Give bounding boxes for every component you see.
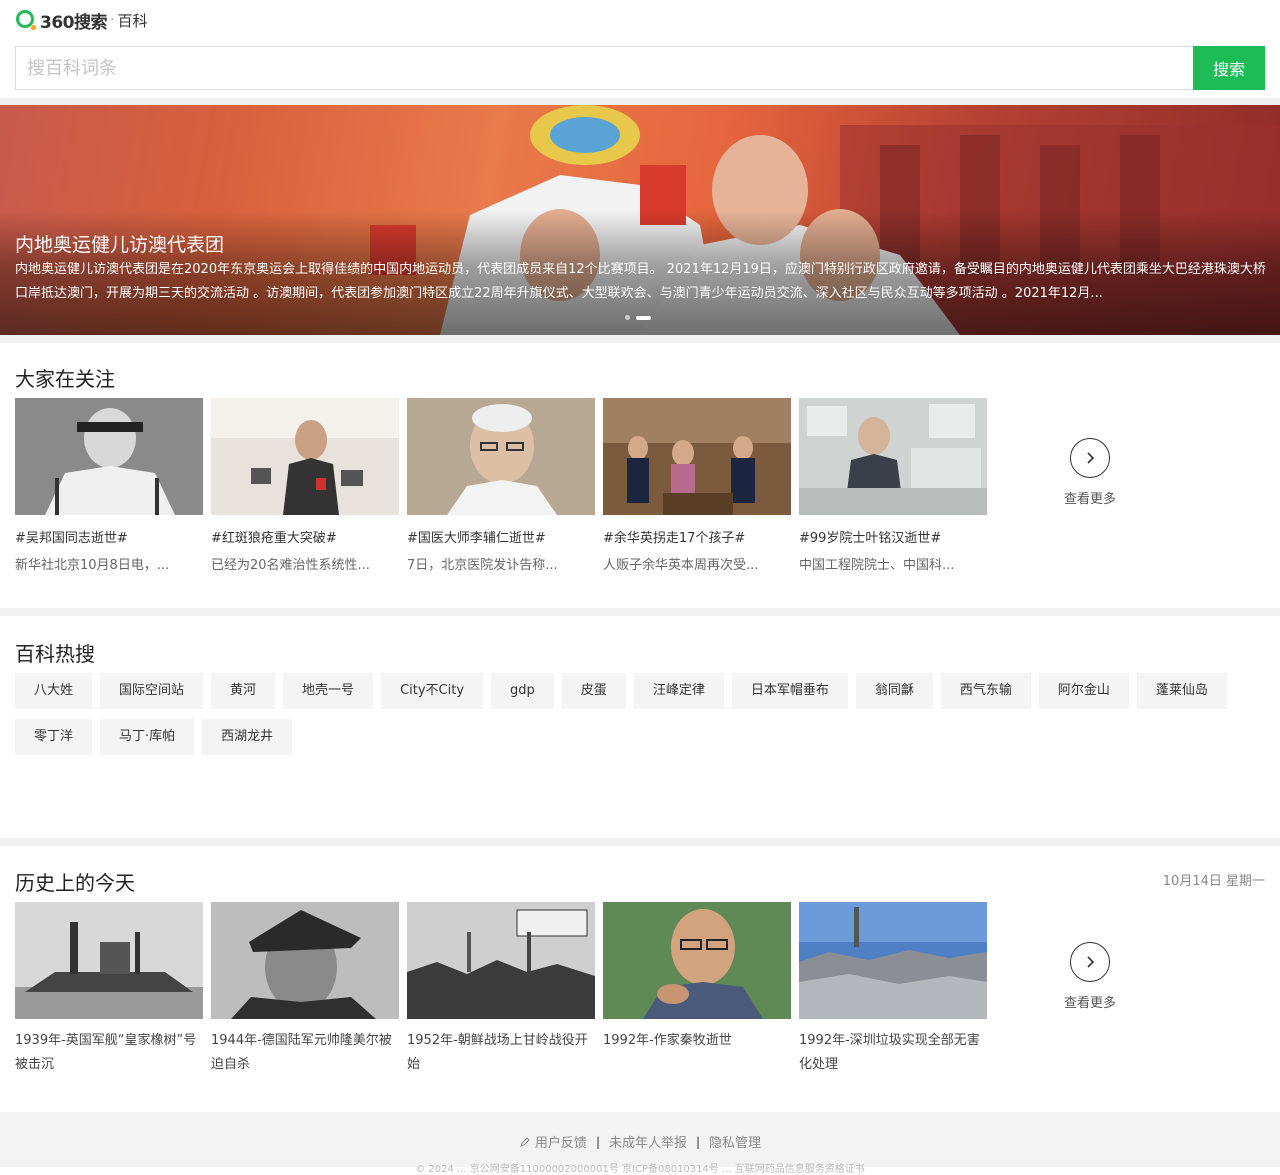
focus-card[interactable]: #国医大师李辅仁逝世# 7日，北京医院发讣告称... <box>407 398 595 573</box>
focus-card-image <box>211 398 399 515</box>
search-input[interactable] <box>15 46 1193 90</box>
footer-separator: | <box>696 1134 701 1149</box>
banner-title[interactable]: 内地奥运健儿访澳代表团 <box>15 230 224 257</box>
history-card-text[interactable]: 1944年-德国陆军元帅隆美尔被迫自杀 <box>211 1029 399 1077</box>
hot-tag[interactable]: 西湖龙井 <box>202 719 293 755</box>
footer-link-minor-report[interactable]: 未成年人举报 <box>609 1132 687 1151</box>
focus-card[interactable]: #吴邦国同志逝世# 新华社北京10月8日电，... <box>15 398 203 573</box>
focus-card-title[interactable]: #国医大师李辅仁逝世# <box>407 527 595 546</box>
chevron-right-icon <box>1070 438 1110 478</box>
hot-tag[interactable]: 马丁·库帕 <box>100 719 195 755</box>
hot-tag[interactable]: 蓬莱仙岛 <box>1136 673 1227 709</box>
hot-tag[interactable]: 汪峰定律 <box>633 673 724 709</box>
hot-tag[interactable]: 地壳一号 <box>283 673 374 709</box>
focus-card-title[interactable]: #红斑狼疮重大突破# <box>211 527 399 546</box>
history-card[interactable]: 1944年-德国陆军元帅隆美尔被迫自杀 <box>211 902 399 1077</box>
logo[interactable]: 360搜索 · 百科 <box>15 9 148 33</box>
focus-card[interactable]: #99岁院士叶铭汉逝世# 中国工程院院士、中国科... <box>799 398 987 573</box>
focus-card-desc: 7日，北京医院发讣告称... <box>407 558 558 573</box>
logo-text: 360搜索 <box>40 12 108 33</box>
focus-card-desc: 新华社北京10月8日电，... <box>15 558 170 573</box>
footer-copyright: © 2024 ... 京公网安备11000002000001号 京ICP备080… <box>415 1164 865 1175</box>
focus-card-image <box>407 398 595 515</box>
hot-tag[interactable]: 日本军帽垂布 <box>731 673 848 709</box>
history-card[interactable]: 1952年-朝鲜战场上甘岭战役开始 <box>407 902 595 1077</box>
chevron-right-icon <box>1070 942 1110 982</box>
focus-card-title[interactable]: #99岁院士叶铭汉逝世# <box>799 527 987 546</box>
hot-tag[interactable]: 皮蛋 <box>561 673 626 709</box>
hot-tag[interactable]: 八大姓 <box>15 673 93 709</box>
focus-card-image <box>799 398 987 515</box>
history-date: 10月14日 星期一 <box>1162 874 1265 889</box>
search-button[interactable]: 搜索 <box>1193 46 1265 90</box>
focus-section-title: 大家在关注 <box>15 367 115 391</box>
focus-card-image <box>603 398 791 515</box>
focus-card-desc: 中国工程院院士、中国科... <box>799 558 955 573</box>
logo-subtitle: 百科 <box>117 11 148 30</box>
focus-card-title[interactable]: #吴邦国同志逝世# <box>15 527 203 546</box>
focus-card-list: #吴邦国同志逝世# 新华社北京10月8日电，... #红斑狼疮重大突破# 已经为… <box>15 398 987 573</box>
section-divider <box>0 838 1280 846</box>
footer: 用户反馈 | 未成年人举报 | 隐私管理 © 2024 ... 京公网安备110… <box>0 1112 1280 1175</box>
more-label: 查看更多 <box>1063 996 1116 1011</box>
more-label: 查看更多 <box>1063 492 1116 507</box>
history-card-image <box>603 902 791 1019</box>
footer-separator: | <box>595 1134 600 1149</box>
hot-tag[interactable]: 翁同龢 <box>855 673 933 709</box>
focus-card-title[interactable]: #余华英拐走17个孩子# <box>603 527 791 546</box>
history-card-text[interactable]: 1939年-英国军舰“皇家橡树”号被击沉 <box>15 1029 203 1077</box>
history-card-image <box>15 902 203 1019</box>
history-more-button[interactable]: 查看更多 <box>1060 942 1120 1011</box>
section-divider <box>0 335 1280 343</box>
history-card-image <box>407 902 595 1019</box>
hot-tag[interactable]: 阿尔金山 <box>1038 673 1129 709</box>
logo-separator: · <box>110 12 115 28</box>
history-card-text[interactable]: 1992年-深圳垃圾实现全部无害化处理 <box>799 1029 987 1077</box>
footer-link-feedback[interactable]: 用户反馈 <box>535 1132 587 1151</box>
history-card-image <box>799 902 987 1019</box>
history-card[interactable]: 1939年-英国军舰“皇家橡树”号被击沉 <box>15 902 203 1077</box>
focus-card[interactable]: #红斑狼疮重大突破# 已经为20名难治性系统性... <box>211 398 399 573</box>
focus-card-desc: 人贩子余华英本周再次受... <box>603 558 759 573</box>
footer-links: 用户反馈 | 未成年人举报 | 隐私管理 <box>0 1132 1280 1151</box>
search-bar: 搜索 <box>15 46 1265 90</box>
history-card[interactable]: 1992年-深圳垃圾实现全部无害化处理 <box>799 902 987 1077</box>
header: 360搜索 · 百科 搜索 <box>0 0 1280 105</box>
header-divider <box>0 98 1280 105</box>
history-card[interactable]: 1992年-作家秦牧逝世 <box>603 902 791 1077</box>
hot-tag[interactable]: City不City <box>381 673 484 709</box>
hot-tag[interactable]: 黄河 <box>211 673 276 709</box>
history-card-list: 1939年-英国军舰“皇家橡树”号被击沉 1944年-德国陆军元帅隆美尔被迫自杀… <box>15 902 987 1077</box>
banner-description: 内地奥运健儿访澳代表团是在2020年东京奥运会上取得佳绩的中国内地运动员，代表团… <box>15 262 1266 301</box>
hot-section-title: 百科热搜 <box>15 642 95 666</box>
history-card-image <box>211 902 399 1019</box>
hot-tag-list: 八大姓 国际空间站 黄河 地壳一号 City不City gdp 皮蛋 汪峰定律 … <box>15 673 1265 755</box>
section-divider <box>0 608 1280 616</box>
history-card-text[interactable]: 1992年-作家秦牧逝世 <box>603 1029 791 1077</box>
focus-card-desc: 已经为20名难治性系统性... <box>211 558 370 573</box>
logo-icon <box>16 10 37 31</box>
carousel-dot[interactable] <box>625 315 630 320</box>
focus-card[interactable]: #余华英拐走17个孩子# 人贩子余华英本周再次受... <box>603 398 791 573</box>
edit-icon <box>520 1136 530 1147</box>
history-card-text[interactable]: 1952年-朝鲜战场上甘岭战役开始 <box>407 1029 595 1077</box>
footer-link-privacy[interactable]: 隐私管理 <box>709 1132 761 1151</box>
hot-tag[interactable]: 西气东输 <box>940 673 1031 709</box>
hot-tag[interactable]: gdp <box>491 673 554 709</box>
featured-banner[interactable]: 内地奥运健儿访澳代表团 内地奥运健儿访澳代表团是在2020年东京奥运会上取得佳绩… <box>0 105 1280 335</box>
focus-more-button[interactable]: 查看更多 <box>1060 438 1120 507</box>
carousel-dot-active[interactable] <box>636 315 651 320</box>
history-section-title: 历史上的今天 <box>15 871 135 895</box>
carousel-indicator <box>625 315 651 320</box>
hot-tag[interactable]: 国际空间站 <box>100 673 204 709</box>
hot-tag[interactable]: 零丁洋 <box>15 719 93 755</box>
focus-card-image <box>15 398 203 515</box>
